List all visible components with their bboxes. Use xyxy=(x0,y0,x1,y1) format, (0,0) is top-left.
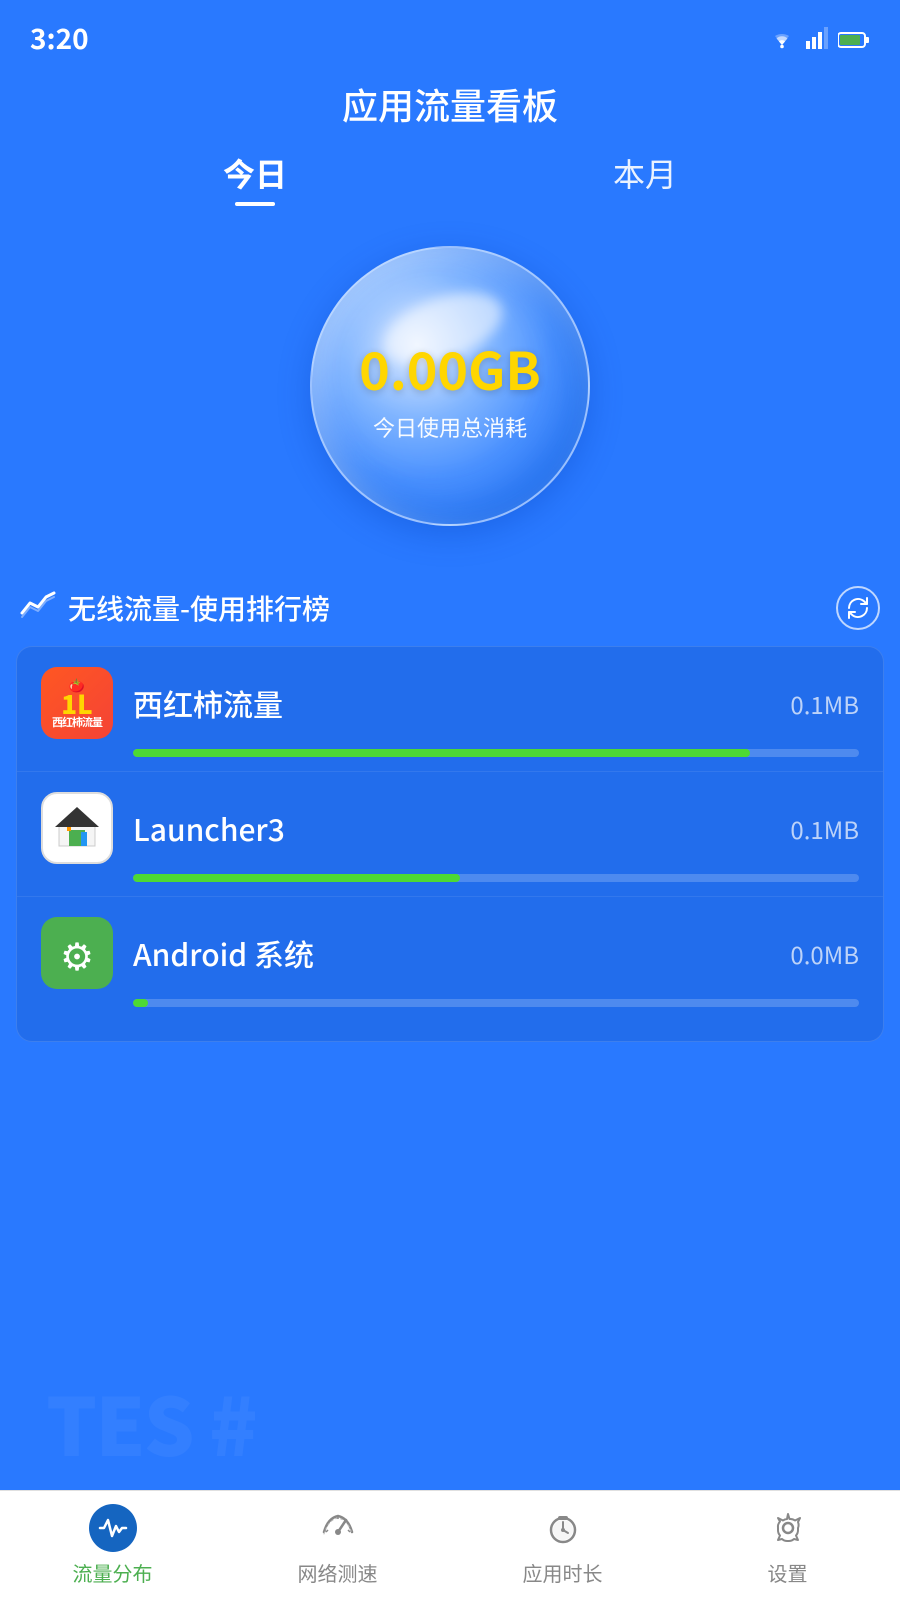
app-row-top-android: ⚙ Android 系统 0.0MB xyxy=(41,917,859,989)
app-icon-tomato: 🍅 1L 西红柿流量 xyxy=(41,667,113,739)
progress-bg-android xyxy=(133,999,859,1007)
settings-icon xyxy=(764,1504,812,1552)
nav-label-traffic: 流量分布 xyxy=(73,1558,153,1587)
watermark: TES # xyxy=(46,1364,256,1480)
app-list-card: 🍅 1L 西红柿流量 西红柿流量 0.1MB xyxy=(16,646,884,1042)
speed-icon xyxy=(314,1504,362,1552)
app-name-launcher: Launcher3 xyxy=(133,806,780,850)
nav-label-duration: 应用时长 xyxy=(523,1558,603,1587)
app-icon-android: ⚙ xyxy=(41,917,113,989)
tabs-container: 今日 本月 xyxy=(0,150,900,206)
pulse-icon xyxy=(89,1504,137,1552)
app-row-top-launcher: Launcher3 0.1MB xyxy=(41,792,859,864)
clock-icon xyxy=(539,1504,587,1552)
nav-item-settings[interactable]: 设置 xyxy=(675,1504,900,1587)
progress-bg-launcher xyxy=(133,874,859,882)
ranking-title: 无线流量-使用排行榜 xyxy=(68,588,330,628)
nav-item-traffic[interactable]: 流量分布 xyxy=(0,1504,225,1587)
signal-icon xyxy=(806,18,828,58)
bottom-spacer xyxy=(0,1042,900,1162)
battery-icon xyxy=(838,18,870,58)
app-usage-launcher: 0.1MB xyxy=(790,811,859,846)
nav-label-settings: 设置 xyxy=(768,1558,808,1587)
progress-fill-tomato xyxy=(133,749,750,757)
usage-label: 今日使用总消耗 xyxy=(373,411,527,443)
chart-icon xyxy=(20,588,56,628)
app-row-tomato[interactable]: 🍅 1L 西红柿流量 西红柿流量 0.1MB xyxy=(17,647,883,772)
status-icons xyxy=(768,18,870,58)
nav-item-speed[interactable]: 网络测速 xyxy=(225,1504,450,1587)
progress-fill-launcher xyxy=(133,874,460,882)
tab-today[interactable]: 今日 xyxy=(223,150,287,206)
app-usage-tomato: 0.1MB xyxy=(790,686,859,721)
nav-label-speed: 网络测速 xyxy=(298,1558,378,1587)
status-bar: 3:20 xyxy=(0,0,900,68)
usage-bubble-container: 0.00GB 今日使用总消耗 xyxy=(300,236,600,536)
usage-bubble[interactable]: 0.00GB 今日使用总消耗 xyxy=(310,246,590,526)
page-title: 应用流量看板 xyxy=(0,68,900,150)
app-name-android: Android 系统 xyxy=(133,931,780,975)
app-row-launcher[interactable]: Launcher3 0.1MB xyxy=(17,772,883,897)
progress-bg-tomato xyxy=(133,749,859,757)
app-name-tomato: 西红柿流量 xyxy=(133,681,780,725)
wifi-icon xyxy=(768,18,796,58)
ranking-section-header: 无线流量-使用排行榜 xyxy=(0,586,900,646)
nav-item-duration[interactable]: 应用时长 xyxy=(450,1504,675,1587)
time-display: 3:20 xyxy=(30,18,89,58)
tab-month[interactable]: 本月 xyxy=(613,150,677,206)
app-row-android[interactable]: ⚙ Android 系统 0.0MB xyxy=(17,897,883,1021)
app-usage-android: 0.0MB xyxy=(790,936,859,971)
bottom-nav: 流量分布 网络测速 xyxy=(0,1490,900,1600)
app-icon-launcher xyxy=(41,792,113,864)
progress-fill-android xyxy=(133,999,148,1007)
usage-value: 0.00GB xyxy=(359,330,541,405)
section-title-wrap: 无线流量-使用排行榜 xyxy=(20,588,330,628)
gear-icon: ⚙ xyxy=(60,926,94,981)
refresh-button[interactable] xyxy=(836,586,880,630)
tab-underline xyxy=(235,202,275,206)
app-row-top: 🍅 1L 西红柿流量 西红柿流量 0.1MB xyxy=(41,667,859,739)
